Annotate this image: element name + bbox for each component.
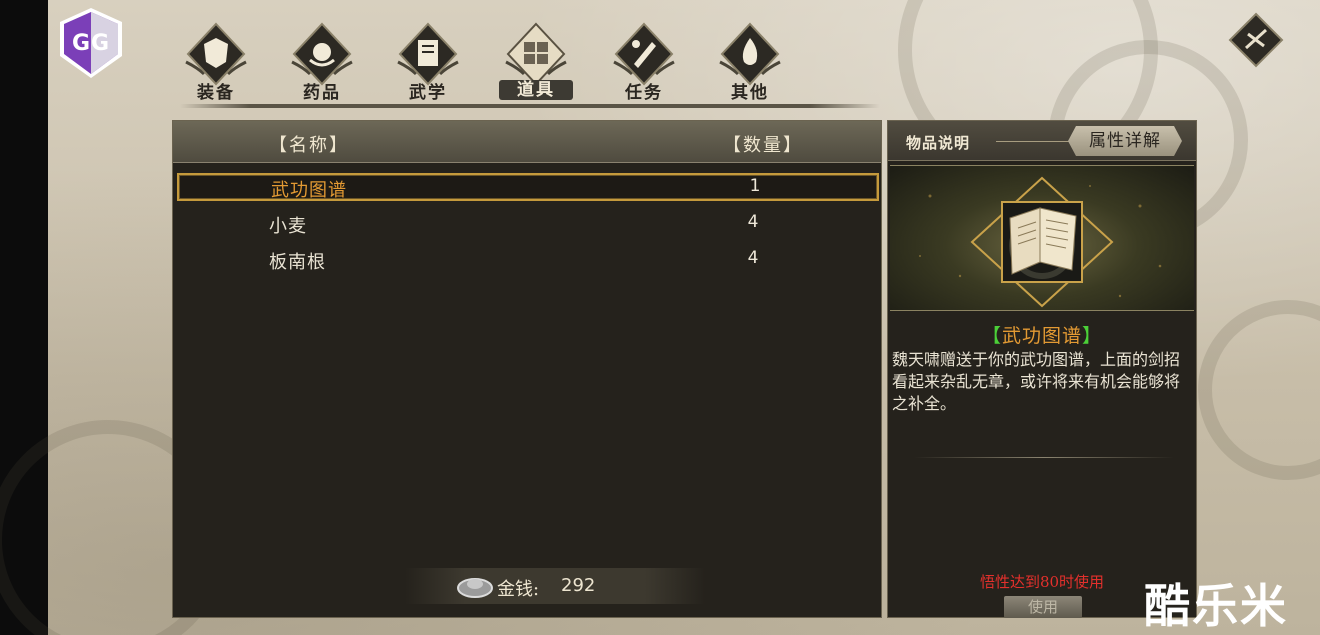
tab-label: 任务 [625, 83, 663, 103]
detail-tab-bar: 物品说明 属性详解 [888, 121, 1196, 161]
item-title: 【武功图谱】 [888, 321, 1196, 348]
divider [914, 457, 1174, 458]
item-name: 板南根 [269, 252, 326, 273]
tab-label: 药品 [303, 83, 341, 103]
tab-medicine[interactable]: 药品 [272, 14, 372, 104]
book-icon [397, 22, 459, 86]
gg-overlay-badge[interactable]: GG [56, 6, 126, 80]
close-icon [1228, 12, 1284, 68]
armor-icon [185, 22, 247, 86]
tab-divider [996, 141, 1070, 142]
bracket-left: 【 [981, 325, 1002, 347]
item-name: 小麦 [269, 216, 307, 237]
item-detail-panel: 物品说明 属性详解 【武功图谱】 魏天啸赠送于你的武功图谱，上面的剑招看起来杂乱… [887, 120, 1197, 618]
item-description: 魏天啸赠送于你的武功图谱，上面的剑招看起来杂乱无章，或许将来有机会能够将之补全。 [892, 350, 1181, 413]
use-button[interactable]: 使用 [1004, 596, 1082, 618]
silver-ingot-icon [457, 578, 493, 598]
item-box-icon [505, 22, 567, 86]
tab-book[interactable]: 武学 [378, 14, 478, 104]
tab-label: 武学 [409, 83, 447, 103]
money-bar: 金钱: 292 [405, 568, 705, 604]
item-quantity: 1 [749, 176, 761, 196]
close-button[interactable] [1228, 12, 1284, 68]
item-title-text: 武功图谱 [1001, 325, 1082, 347]
tab-scroll[interactable]: 任务 [594, 14, 694, 104]
tab-label: 装备 [197, 83, 235, 103]
tab-label: 道具 [499, 80, 573, 100]
tab-underline [180, 104, 880, 108]
tab-item-description[interactable]: 物品说明 [906, 132, 970, 153]
tab-flame[interactable]: 其他 [700, 14, 800, 104]
item-row-selected[interactable]: 武功图谱 1 [177, 173, 879, 201]
watermark-text: 酷乐米 [1144, 579, 1288, 633]
item-quantity: 4 [747, 248, 759, 268]
bracket-right: 】 [1082, 325, 1103, 347]
item-list-panel: 【名称】 【数量】 武功图谱 1 小麦 4 板南根 4 金钱: 292 [172, 120, 882, 618]
money-value: 292 [561, 575, 596, 596]
manual-book-icon [919, 176, 1162, 308]
item-row[interactable]: 小麦 4 [177, 209, 879, 237]
quantity-column-header: 【数量】 [723, 135, 803, 156]
flame-icon [719, 22, 781, 86]
item-row[interactable]: 板南根 4 [177, 245, 879, 273]
scroll-icon [613, 22, 675, 86]
medicine-icon [291, 22, 353, 86]
tab-armor[interactable]: 装备 [166, 14, 266, 104]
item-name: 武功图谱 [271, 180, 347, 201]
tab-item-box[interactable]: 道具 [486, 14, 586, 104]
list-header: 【名称】 【数量】 [173, 121, 881, 163]
tab-attribute-details[interactable]: 属性详解 [1068, 126, 1182, 156]
gg-label: GG [71, 30, 111, 56]
name-column-header: 【名称】 [269, 135, 349, 156]
money-label: 金钱: [497, 579, 540, 600]
item-quantity: 4 [747, 212, 759, 232]
item-artwork [890, 165, 1194, 311]
tab-label: 其他 [731, 83, 769, 103]
